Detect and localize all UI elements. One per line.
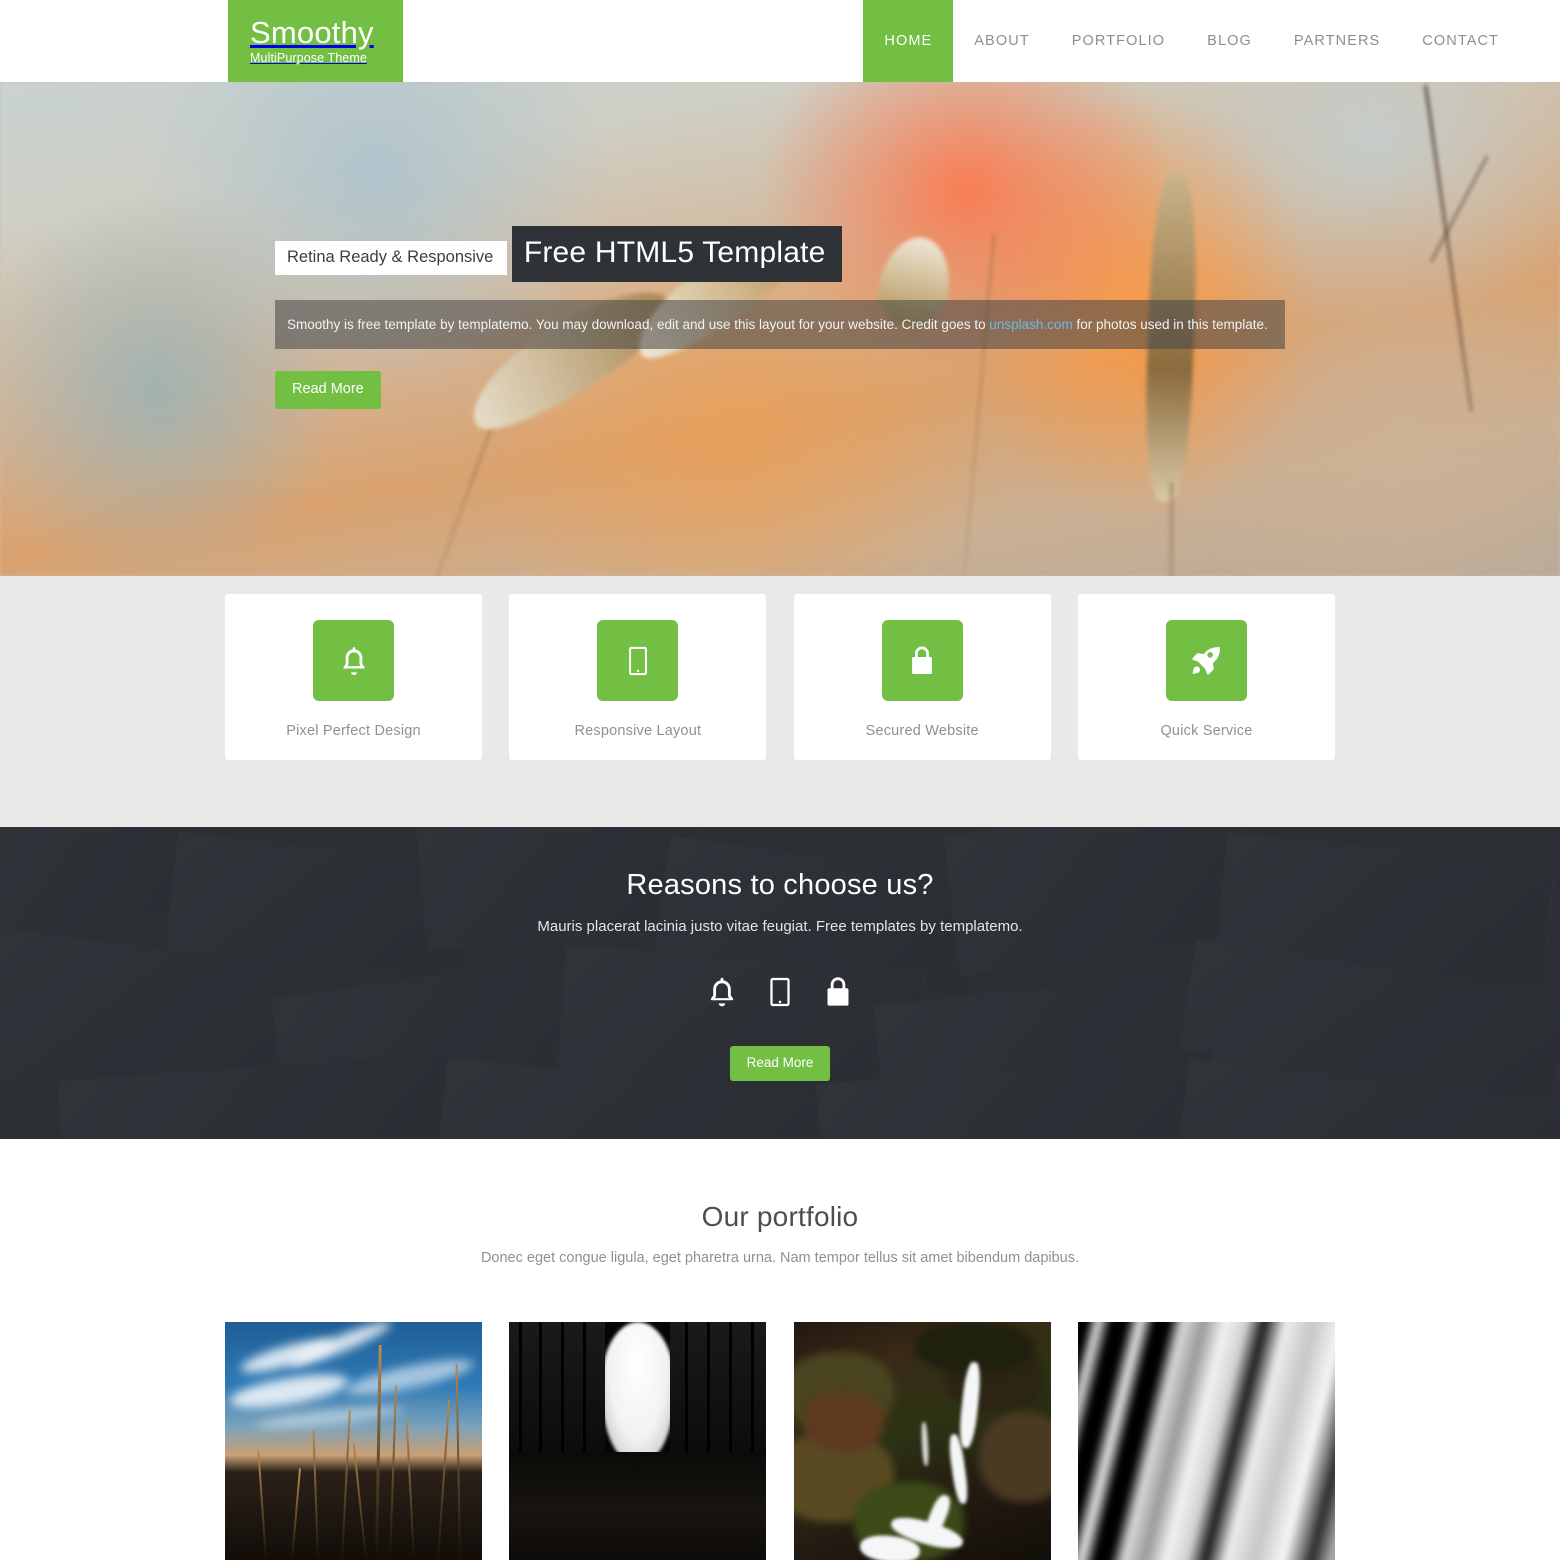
nav-item-portfolio[interactable]: PORTFOLIO [1051, 0, 1186, 82]
field-at-dusk-photo [225, 1322, 482, 1560]
reasons-icon-row [0, 973, 1560, 1016]
unsplash-link[interactable]: unsplash.com [989, 317, 1072, 332]
reasons-subtitle: Mauris placerat lacinia justo vitae feug… [537, 918, 1023, 935]
hero-title: Free HTML5 Template [511, 226, 842, 282]
reasons-section: Reasons to choose us? Mauris placerat la… [0, 827, 1560, 1139]
hero-read-more-button[interactable]: Read More [275, 371, 381, 409]
main-navigation: HOME ABOUT PORTFOLIO BLOG PARTNERS CONTA… [863, 0, 1560, 82]
feature-label: Quick Service [1160, 723, 1253, 739]
nav-item-blog[interactable]: BLOG [1186, 0, 1273, 82]
hero-content: Retina Ready & Responsive Free HTML5 Tem… [275, 210, 1285, 409]
portfolio-subtitle: Donec eget congue ligula, eget pharetra … [480, 1250, 1080, 1266]
tree-avenue-photo [509, 1322, 767, 1560]
portfolio-item-field-at-dusk[interactable] [225, 1322, 482, 1560]
tablet-icon [597, 620, 679, 701]
logo-title: Smoothy [250, 14, 374, 50]
lock-icon [821, 973, 855, 1016]
site-header: Smoothy MultiPurpose Theme HOME ABOUT PO… [0, 0, 1560, 82]
bell-icon [313, 620, 394, 701]
portfolio-grid [225, 1322, 1335, 1560]
portfolio-title: Our portfolio [701, 1201, 859, 1232]
reasons-read-more-button[interactable]: Read More [729, 1046, 831, 1081]
hero-banner: Retina Ready & Responsive Free HTML5 Tem… [0, 82, 1560, 576]
hero-tagline: Retina Ready & Responsive [275, 241, 508, 275]
portfolio-header: Our portfolio Donec eget congue ligula, … [0, 1139, 1560, 1266]
bell-icon [705, 973, 739, 1016]
reasons-content: Reasons to choose us? Mauris placerat la… [0, 827, 1560, 1081]
portfolio-item-tree-avenue[interactable] [509, 1322, 767, 1560]
motion-blur-photo [1077, 1322, 1335, 1560]
hero-description-before: Smoothy is free template by templatemo. … [287, 316, 990, 332]
nav-item-contact[interactable]: CONTACT [1401, 0, 1520, 82]
feature-card-secured-website[interactable]: Secured Website [793, 594, 1051, 760]
rocket-icon [1165, 620, 1247, 701]
hero-description: Smoothy is free template by templatemo. … [275, 299, 1285, 350]
portfolio-item-motion-blur[interactable] [1077, 1322, 1335, 1560]
nav-item-home[interactable]: HOME [863, 0, 954, 82]
feature-label: Pixel Perfect Design [286, 723, 421, 739]
features-section: Pixel Perfect Design Responsive Layout S… [0, 576, 1560, 827]
forest-waterfall-photo [793, 1322, 1051, 1560]
tablet-icon [763, 973, 797, 1016]
site-logo[interactable]: Smoothy MultiPurpose Theme [228, 0, 403, 82]
hero-description-after: for photos used in this template. [1072, 316, 1268, 332]
features-row: Pixel Perfect Design Responsive Layout S… [225, 594, 1335, 760]
reasons-title: Reasons to choose us? [626, 869, 934, 901]
feature-label: Responsive Layout [574, 723, 702, 739]
reasons-button-wrap: Read More [0, 1046, 1560, 1081]
nav-right-spacer [1520, 0, 1560, 82]
portfolio-item-forest-waterfall[interactable] [793, 1322, 1051, 1560]
lock-icon [881, 620, 963, 701]
feature-card-pixel-perfect-design[interactable]: Pixel Perfect Design [225, 594, 482, 760]
feature-card-responsive-layout[interactable]: Responsive Layout [509, 594, 767, 760]
nav-item-partners[interactable]: PARTNERS [1273, 0, 1401, 82]
feature-label: Secured Website [865, 723, 979, 739]
nav-item-about[interactable]: ABOUT [953, 0, 1050, 82]
logo-subtitle: MultiPurpose Theme [250, 51, 367, 66]
feature-card-quick-service[interactable]: Quick Service [1077, 594, 1335, 760]
